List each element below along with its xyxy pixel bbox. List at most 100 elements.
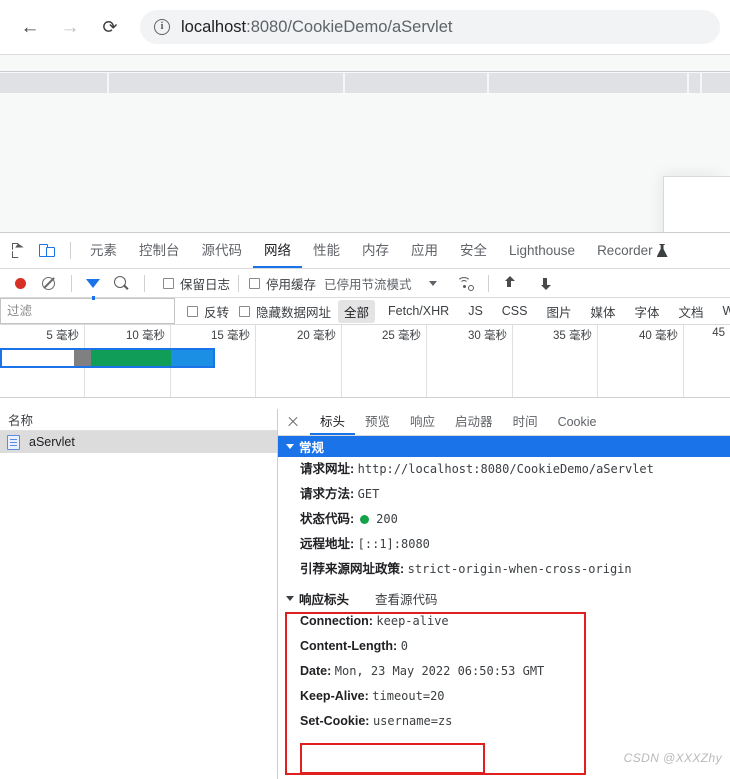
disable-cache-checkbox[interactable]: 停用缓存 bbox=[249, 274, 316, 293]
watermark: CSDN @XXXZhy bbox=[623, 751, 722, 765]
tab-recorder[interactable]: Recorder bbox=[586, 233, 679, 268]
set-cookie-key: Set-Cookie: bbox=[300, 714, 370, 728]
tab-security[interactable]: 安全 bbox=[449, 233, 498, 268]
type-filter-img[interactable]: 图片 bbox=[540, 300, 577, 323]
preserve-log-checkbox[interactable]: 保留日志 bbox=[163, 274, 230, 293]
type-filter-css[interactable]: CSS bbox=[496, 302, 534, 320]
response-headers-title: 响应标头 bbox=[299, 593, 350, 607]
throttling-select[interactable]: 已停用节流模式 bbox=[324, 274, 412, 293]
response-row-keep-alive: Keep-Alive: timeout=20 bbox=[278, 684, 730, 709]
tab-console[interactable]: 控制台 bbox=[128, 233, 191, 268]
tab-response[interactable]: 响应 bbox=[400, 409, 445, 435]
close-icon[interactable] bbox=[284, 413, 302, 431]
arrow-up-icon[interactable] bbox=[497, 270, 523, 296]
tab-cookies[interactable]: Cookie bbox=[548, 409, 607, 435]
screenshot-root: ← → ⟳ i localhost:8080/CookieDemo/aServl… bbox=[0, 0, 730, 779]
response-headers-header[interactable]: 响应标头 查看源代码 bbox=[278, 588, 730, 609]
devtools-panel: 元素 控制台 源代码 网络 性能 内存 应用 安全 Lighthouse Rec… bbox=[0, 232, 730, 779]
request-method-value: GET bbox=[357, 487, 380, 501]
response-row-date: Date: Mon, 23 May 2022 06:50:53 GMT bbox=[278, 659, 730, 684]
general-row-remote-address: 远程地址: [::1]:8080 bbox=[278, 532, 730, 557]
table-row[interactable]: aServlet bbox=[0, 431, 277, 453]
address-bar[interactable]: i localhost:8080/CookieDemo/aServlet bbox=[140, 10, 720, 44]
network-filter-row: 反转 隐藏数据网址 全部 Fetch/XHR JS CSS 图片 媒体 字体 文… bbox=[0, 298, 730, 325]
overview-seg-total bbox=[170, 350, 213, 366]
date-value: Mon, 23 May 2022 06:50:53 GMT bbox=[334, 664, 545, 678]
viewport-divider bbox=[0, 71, 730, 72]
reload-icon[interactable]: ⟳ bbox=[94, 11, 126, 43]
overview-seg-stalled bbox=[73, 350, 91, 366]
flask-icon bbox=[657, 244, 668, 257]
forward-icon[interactable]: → bbox=[54, 11, 86, 43]
type-filter-ws[interactable]: WS bbox=[717, 302, 730, 320]
overview-seg-waiting bbox=[2, 350, 74, 366]
referrer-policy-value: strict-origin-when-cross-origin bbox=[407, 562, 632, 576]
request-name: aServlet bbox=[29, 435, 75, 449]
hide-data-urls-box[interactable] bbox=[239, 305, 251, 317]
view-source-link[interactable]: 查看源代码 bbox=[375, 589, 438, 608]
gray-strip bbox=[0, 73, 730, 93]
status-code-key: 状态代码: bbox=[300, 512, 355, 526]
tab-application[interactable]: 应用 bbox=[400, 233, 449, 268]
tab-network[interactable]: 网络 bbox=[253, 233, 302, 268]
tab-sources[interactable]: 源代码 bbox=[191, 233, 254, 268]
record-dot-icon[interactable] bbox=[7, 270, 33, 296]
controls-divider-3 bbox=[238, 274, 240, 292]
type-filter-font[interactable]: 字体 bbox=[629, 300, 666, 323]
controls-divider-1 bbox=[71, 274, 72, 292]
response-headers-section: 响应标头 查看源代码 Connection: keep-alive Conten… bbox=[278, 588, 730, 734]
general-section-header[interactable]: 常规 bbox=[278, 436, 730, 457]
devtools-tabbar: 元素 控制台 源代码 网络 性能 内存 应用 安全 Lighthouse Rec… bbox=[0, 233, 730, 269]
type-filter-fetch-xhr[interactable]: Fetch/XHR bbox=[382, 302, 455, 320]
wifi-settings-icon[interactable] bbox=[452, 270, 478, 296]
set-cookie-value: username=zs bbox=[372, 714, 453, 728]
back-icon[interactable]: ← bbox=[14, 11, 46, 43]
controls-divider-4 bbox=[487, 274, 489, 292]
overview-tick-45ms: 45 bbox=[712, 327, 725, 339]
tab-memory[interactable]: 内存 bbox=[351, 233, 400, 268]
tab-elements[interactable]: 元素 bbox=[79, 233, 128, 268]
response-row-set-cookie: Set-Cookie: username=zs bbox=[278, 709, 730, 734]
filter-funnel-icon[interactable] bbox=[80, 270, 106, 300]
connection-key: Connection: bbox=[300, 614, 373, 628]
tab-timing[interactable]: 时间 bbox=[503, 409, 548, 435]
arrow-down-icon[interactable] bbox=[533, 270, 559, 296]
device-toolbar-icon[interactable] bbox=[34, 238, 60, 264]
overview-tick-10ms: 10 毫秒 bbox=[126, 330, 165, 342]
hide-data-urls-checkbox[interactable]: 隐藏数据网址 bbox=[239, 302, 331, 321]
type-filter-all[interactable]: 全部 bbox=[338, 299, 376, 323]
response-row-connection: Connection: keep-alive bbox=[278, 609, 730, 634]
browser-toolbar: ← → ⟳ i localhost:8080/CookieDemo/aServl… bbox=[0, 0, 730, 55]
chevron-down-icon[interactable] bbox=[420, 270, 446, 296]
invert-checkbox[interactable]: 反转 bbox=[187, 302, 229, 321]
column-header-name[interactable]: 名称 bbox=[0, 409, 277, 431]
tab-lighthouse[interactable]: Lighthouse bbox=[498, 233, 586, 268]
controls-divider-2 bbox=[144, 274, 145, 292]
search-icon[interactable] bbox=[108, 270, 134, 296]
tab-headers[interactable]: 标头 bbox=[310, 409, 356, 435]
disable-cache-box[interactable] bbox=[249, 277, 261, 289]
type-filter-doc[interactable]: 文档 bbox=[673, 300, 710, 323]
network-overview-timeline[interactable]: 5 毫秒 10 毫秒 15 毫秒 20 毫秒 25 毫秒 30 毫秒 35 毫秒… bbox=[0, 325, 730, 398]
invert-box[interactable] bbox=[187, 305, 198, 317]
throttling-label: 已停用节流模式 bbox=[324, 277, 412, 292]
type-filter-media[interactable]: 媒体 bbox=[585, 300, 622, 323]
clear-network-log-icon[interactable] bbox=[35, 270, 61, 296]
overview-tick-5ms: 5 毫秒 bbox=[46, 330, 79, 342]
page-viewport bbox=[0, 55, 730, 285]
tab-preview[interactable]: 预览 bbox=[355, 409, 400, 435]
response-row-content-length: Content-Length: 0 bbox=[278, 634, 730, 659]
preserve-log-box[interactable] bbox=[163, 277, 174, 289]
overview-request-bar bbox=[0, 348, 215, 368]
tab-performance[interactable]: 性能 bbox=[302, 233, 351, 268]
general-section-title: 常规 bbox=[299, 441, 325, 455]
site-info-icon[interactable]: i bbox=[154, 19, 170, 35]
preserve-log-label: 保留日志 bbox=[180, 277, 231, 292]
filter-input[interactable] bbox=[0, 298, 175, 324]
page-content-blank bbox=[0, 93, 730, 232]
detail-tabbar: 标头 预览 响应 启动器 时间 Cookie bbox=[278, 409, 730, 436]
type-filter-js[interactable]: JS bbox=[462, 302, 489, 320]
inspect-element-icon[interactable] bbox=[6, 238, 32, 264]
tab-initiator[interactable]: 启动器 bbox=[445, 409, 503, 435]
chevron-down-icon bbox=[286, 444, 294, 449]
